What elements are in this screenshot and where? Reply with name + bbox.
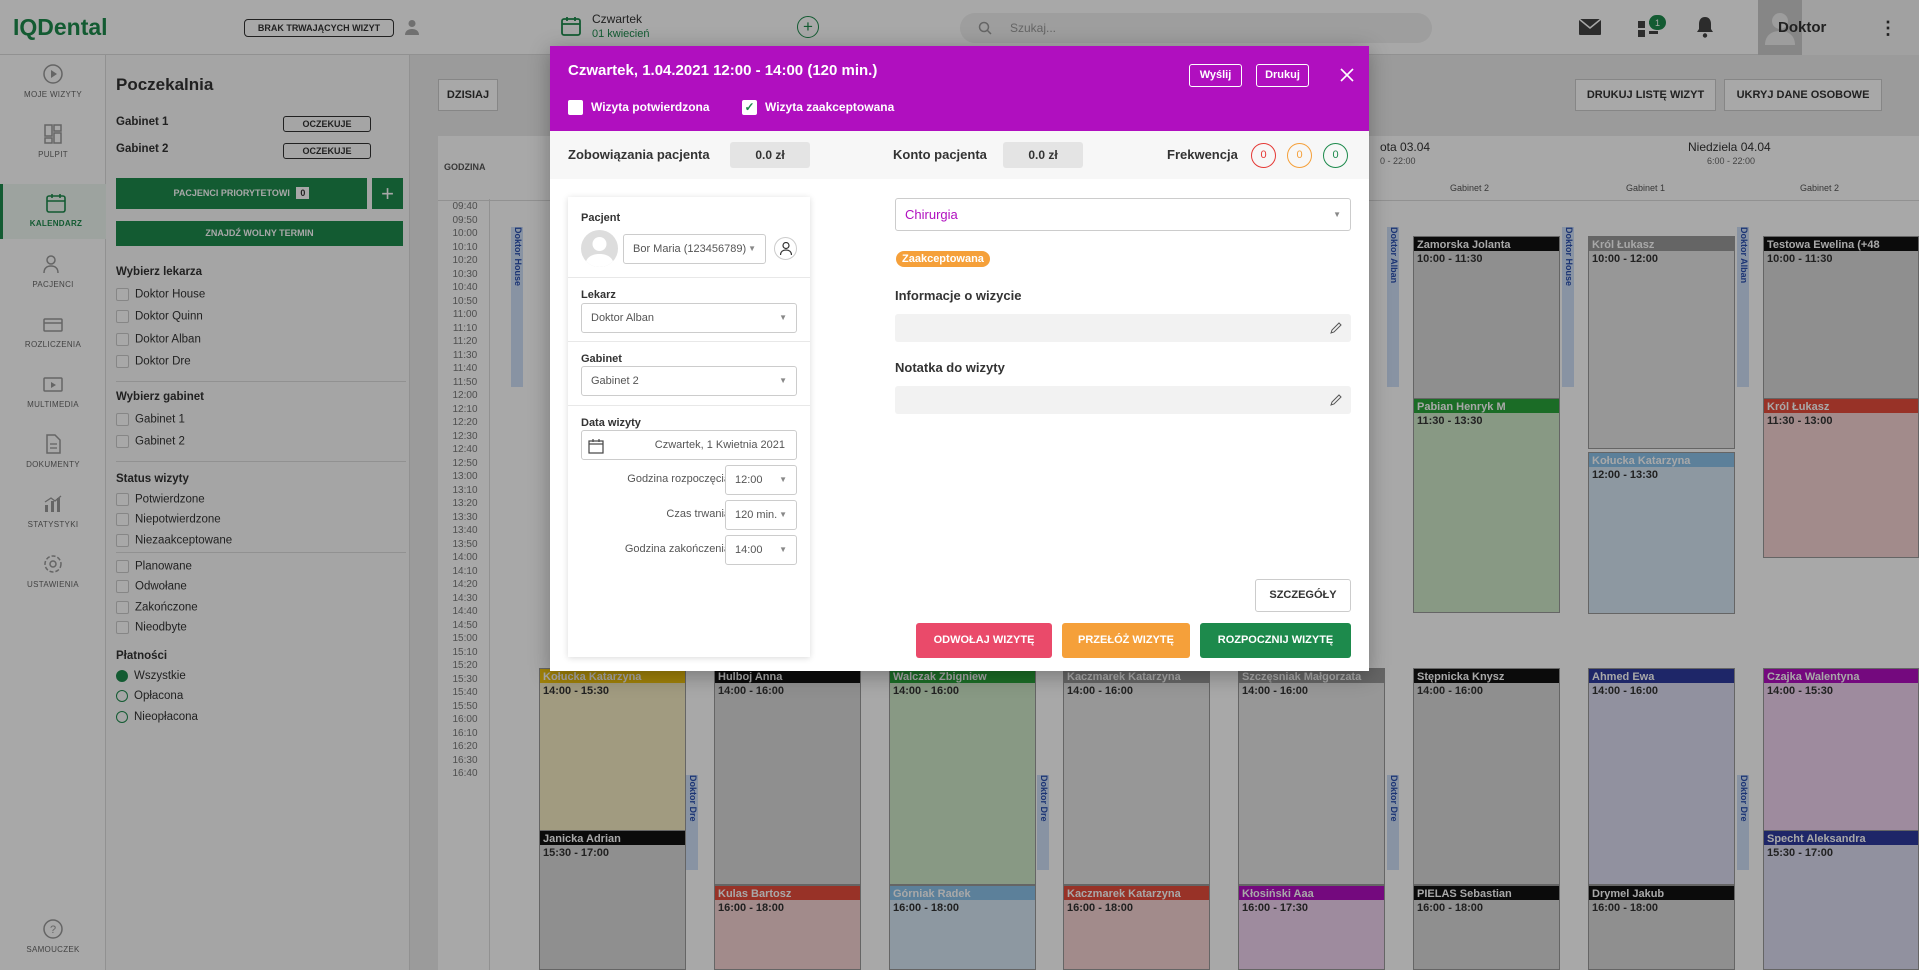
chevron-down-icon: ▼	[779, 313, 787, 322]
end-time-select[interactable]: 14:00 ▼	[725, 535, 797, 565]
divider	[568, 277, 810, 278]
start-time-select[interactable]: 12:00 ▼	[725, 465, 797, 495]
modal-header: Czwartek, 1.04.2021 12:00 - 14:00 (120 m…	[550, 46, 1369, 131]
account-value: 0.0 zł	[1003, 142, 1083, 168]
doctor-label: Lekarz	[581, 289, 616, 301]
patient-label: Pacjent	[581, 212, 621, 224]
duration-label: Czas trwania	[666, 508, 730, 520]
reschedule-visit-button[interactable]: PRZEŁÓŻ WIZYTĘ	[1062, 623, 1190, 658]
patient-profile-icon[interactable]	[774, 237, 797, 260]
status-badge: Zaakceptowana	[896, 251, 990, 267]
patient-stats: Zobowiązania pacjenta 0.0 zł Konto pacje…	[550, 131, 1369, 179]
send-button[interactable]: Wyślij	[1189, 64, 1242, 87]
date-value: Czwartek, 1 Kwietnia 2021	[654, 439, 785, 451]
confirmed-checkbox[interactable]: Wizyta potwierdzona	[568, 100, 710, 116]
cancel-visit-button[interactable]: ODWOŁAJ WIZYTĘ	[916, 623, 1052, 658]
chevron-down-icon: ▼	[779, 376, 787, 385]
pencil-icon	[1329, 393, 1343, 407]
print-button[interactable]: Drukuj	[1256, 64, 1309, 87]
start-visit-button[interactable]: ROZPOCZNIJ WIZYTĘ	[1200, 623, 1351, 658]
chevron-down-icon: ▼	[779, 510, 787, 519]
patient-avatar	[581, 230, 618, 267]
visit-info-label: Informacje o wizycie	[895, 288, 1022, 303]
liabilities-value: 0.0 zł	[730, 142, 810, 168]
chevron-down-icon: ▼	[1333, 210, 1341, 219]
confirmed-label: Wizyta potwierdzona	[591, 100, 710, 114]
start-time-label: Godzina rozpoczęcia	[627, 473, 730, 485]
check-icon: ✓	[742, 100, 757, 116]
calendar-icon	[588, 438, 604, 454]
visit-info-field[interactable]	[895, 314, 1351, 342]
duration-select[interactable]: 120 min. ▼	[725, 500, 797, 530]
accepted-checkbox[interactable]: ✓ Wizyta zaakceptowana	[742, 100, 895, 116]
chevron-down-icon: ▼	[748, 244, 756, 253]
attendance-present: 0	[1323, 143, 1348, 168]
chevron-down-icon: ▼	[779, 545, 787, 554]
category-value: Chirurgia	[905, 207, 958, 222]
visit-note-field[interactable]	[895, 386, 1351, 414]
end-time-value: 14:00	[735, 544, 763, 556]
cabinet-select[interactable]: Gabinet 2 ▼	[581, 366, 797, 396]
divider	[568, 341, 810, 342]
attendance-late: 0	[1287, 143, 1312, 168]
end-time-label: Godzina zakończenia	[624, 543, 730, 555]
doctor-select[interactable]: Doktor Alban ▼	[581, 303, 797, 333]
liabilities-label: Zobowiązania pacjenta	[568, 147, 710, 162]
date-picker[interactable]: Czwartek, 1 Kwietnia 2021	[581, 430, 797, 460]
cabinet-label: Gabinet	[581, 353, 622, 365]
attendance-absent: 0	[1251, 143, 1276, 168]
chevron-down-icon: ▼	[779, 475, 787, 484]
account-label: Konto pacjenta	[893, 147, 987, 162]
close-icon[interactable]	[1336, 64, 1358, 86]
visit-modal: Czwartek, 1.04.2021 12:00 - 14:00 (120 m…	[550, 46, 1369, 671]
visit-form-card: Pacjent Bor Maria (123456789) ▼ Lekarz Do…	[568, 197, 810, 657]
patient-select[interactable]: Bor Maria (123456789) ▼	[623, 234, 766, 264]
accepted-label: Wizyta zaakceptowana	[765, 100, 895, 114]
attendance-label: Frekwencja	[1167, 147, 1238, 162]
cabinet-value: Gabinet 2	[591, 375, 639, 387]
divider	[568, 405, 810, 406]
duration-value: 120 min.	[735, 509, 778, 521]
patient-value: Bor Maria (123456789)	[633, 243, 747, 255]
modal-title: Czwartek, 1.04.2021 12:00 - 14:00 (120 m…	[568, 62, 878, 79]
start-time-value: 12:00	[735, 474, 763, 486]
doctor-value: Doktor Alban	[591, 312, 654, 324]
date-label: Data wizyty	[581, 417, 641, 429]
visit-note-label: Notatka do wizyty	[895, 360, 1005, 375]
details-button[interactable]: SZCZEGÓŁY	[1255, 579, 1351, 612]
category-select[interactable]: Chirurgia ▼	[895, 198, 1351, 231]
pencil-icon	[1329, 321, 1343, 335]
